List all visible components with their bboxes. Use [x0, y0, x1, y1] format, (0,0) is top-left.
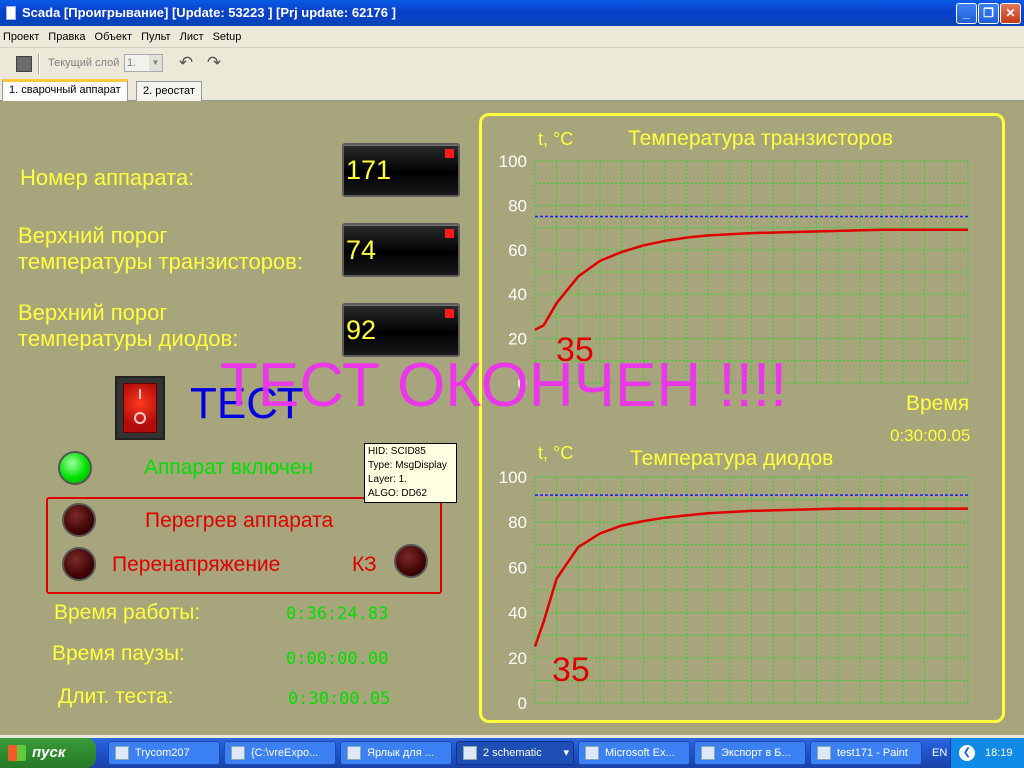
tooltip-line-algo: ALGO: DD62 [368, 488, 427, 499]
task-paint[interactable]: test171 - Paint [810, 741, 922, 765]
y-tick-label: 100 [499, 468, 527, 487]
y-tick-label: 80 [508, 196, 527, 215]
console-icon [701, 746, 715, 760]
menu-item-sheet[interactable]: Лист [177, 26, 207, 48]
object-tooltip: HID: SCID85 Type: MsgDisplay Layer: 1. A… [364, 443, 457, 503]
y-tick-label: 100 [499, 152, 527, 171]
maximize-icon: ❐ [983, 6, 994, 20]
menu-item-object[interactable]: Объект [92, 26, 135, 48]
task-excel[interactable]: Microsoft Ex... [578, 741, 690, 765]
time-label: Время [906, 392, 970, 415]
app-icon [6, 6, 16, 20]
task-label: 2 schematic [483, 747, 542, 759]
undo-icon: ↶ [178, 53, 194, 72]
menu-item-edit[interactable]: Правка [45, 26, 88, 48]
time-value: 0:30:00.05 [890, 426, 971, 445]
tab-welding-machine[interactable]: 1. сварочный аппарат [2, 79, 128, 101]
y-axis-label: t, °C [538, 443, 573, 463]
y-tick-label: 40 [508, 285, 527, 304]
start-label: пуск [32, 744, 66, 761]
stop-button[interactable] [16, 56, 32, 72]
toolbar: Текущий слой 1. ▼ ↶ ↷ [0, 49, 1024, 79]
y-tick-label: 20 [508, 330, 527, 349]
task-export[interactable]: Экспорт в Б... [694, 741, 806, 765]
close-button[interactable]: ✕ [1000, 3, 1021, 24]
current-layer-label: Текущий слой [48, 57, 120, 69]
folder-icon [231, 746, 245, 760]
window-icon [463, 746, 477, 760]
current-layer-value: 1. [127, 57, 137, 69]
current-layer-select[interactable]: 1. ▼ [124, 54, 163, 72]
y-tick-label: 60 [508, 558, 527, 577]
tooltip-line-hid: HID: SCID85 [368, 446, 426, 457]
app-icon [115, 746, 129, 760]
y-axis-label: t, °C [538, 129, 573, 149]
y-tick-label: 60 [508, 241, 527, 260]
current-value-label: 35 [552, 651, 590, 689]
chart-title: Температура транзисторов [628, 127, 893, 150]
language-indicator[interactable]: EN [932, 738, 947, 768]
sheet-tabs: 1. сварочный аппарат 2. реостат [0, 79, 1024, 101]
task-explorer[interactable]: {C:\vreExpo... [224, 741, 336, 765]
undo-button[interactable]: ↶ [176, 53, 196, 73]
clock: 18:19 [985, 747, 1013, 759]
task-label: Microsoft Ex... [605, 747, 675, 759]
windows-logo-icon [8, 745, 26, 761]
task-label: {C:\vreExpo... [251, 747, 319, 759]
tab-rheostat[interactable]: 2. реостат [136, 81, 202, 101]
menu-bar: Проект Правка Объект Пульт Лист Setup [0, 26, 1024, 48]
task-trycom[interactable]: Trycom207 [108, 741, 220, 765]
y-tick-label: 40 [508, 604, 527, 623]
maximize-button[interactable]: ❐ [978, 3, 999, 24]
minimize-icon: _ [963, 6, 970, 20]
minimize-button[interactable]: _ [956, 3, 977, 24]
task-shortcut[interactable]: Ярлык для ... [340, 741, 452, 765]
excel-icon [585, 746, 599, 760]
taskbar: пуск Trycom207 {C:\vreExpo... Ярлык для … [0, 738, 1024, 768]
task-label: Trycom207 [135, 747, 190, 759]
menu-item-project[interactable]: Проект [0, 26, 42, 48]
task-label: Экспорт в Б... [721, 747, 791, 759]
window-title: Scada [Проигрывание] [Update: 53223 ] [P… [22, 5, 396, 20]
paint-icon [817, 746, 831, 760]
toolbar-separator [38, 54, 40, 74]
scada-canvas: Номер аппарата: 171 Верхний порог темпер… [0, 101, 1024, 735]
task-label: Ярлык для ... [367, 747, 434, 759]
tooltip-line-type: Type: MsgDisplay [368, 460, 447, 471]
close-icon: ✕ [1005, 6, 1016, 20]
chevron-down-icon: ▼ [149, 55, 162, 71]
menu-item-setup[interactable]: Setup [210, 26, 245, 48]
tray-arrow-icon[interactable]: ❮ [959, 745, 975, 761]
menu-item-console[interactable]: Пульт [138, 26, 174, 48]
start-button[interactable]: пуск [0, 738, 96, 768]
redo-icon: ↷ [206, 53, 222, 72]
y-tick-label: 0 [518, 694, 527, 713]
task-label: test171 - Paint [837, 747, 908, 759]
y-tick-label: 20 [508, 649, 527, 668]
chart-title: Температура диодов [630, 447, 833, 470]
system-tray: ❮ 18:19 [950, 738, 1024, 768]
task-schematic[interactable]: 2 schematic ▾ [456, 741, 574, 765]
window-titlebar: Scada [Проигрывание] [Update: 53223 ] [P… [0, 0, 1024, 26]
redo-button[interactable]: ↷ [204, 53, 224, 73]
y-tick-label: 80 [508, 513, 527, 532]
tooltip-line-layer: Layer: 1. [368, 474, 407, 485]
chevron-down-icon: ▾ [563, 747, 569, 759]
console-icon [347, 746, 361, 760]
test-finished-overlay: ТЕСТ ОКОНЧЕН !!!! [220, 351, 788, 420]
